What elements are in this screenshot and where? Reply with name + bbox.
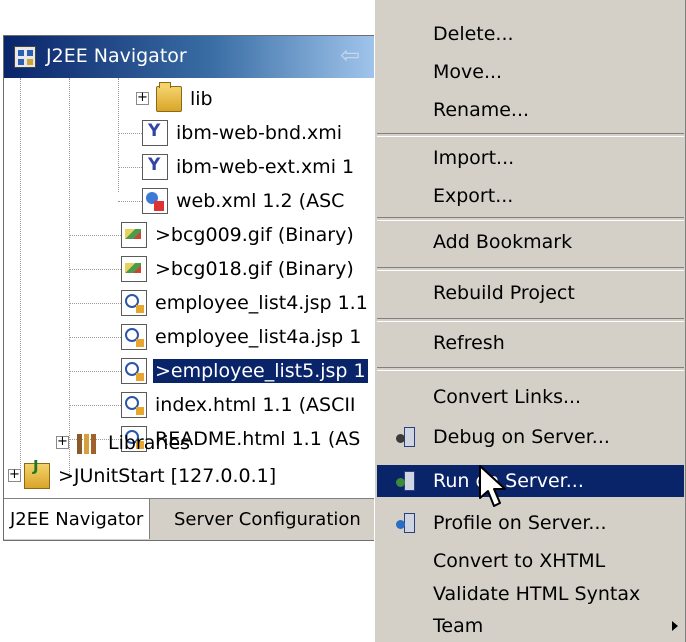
menu-item-rename[interactable]: Rename...: [377, 94, 684, 126]
tree-item-ibm-web-ext[interactable]: ibm-web-ext.xmi 1: [142, 150, 356, 184]
menu-separator: [377, 367, 684, 371]
project-icon: [24, 457, 50, 489]
submenu-arrow-icon: [672, 621, 678, 631]
menu-item-debug-on-server[interactable]: Debug on Server...: [377, 421, 684, 453]
tree-item-employee-list4[interactable]: employee_list4.jsp 1.1: [121, 286, 370, 320]
xml-file-icon: [142, 188, 168, 214]
jsp-file-icon: [121, 358, 147, 384]
xmi-file-icon: [142, 120, 168, 146]
html-file-icon: [121, 392, 147, 418]
menu-item-convert-to-xhtml[interactable]: Convert to XHTML: [377, 545, 684, 577]
expand-lib-toggle[interactable]: +: [136, 91, 149, 105]
tree-item-junitstart[interactable]: >JUnitStart [127.0.0.1]: [24, 457, 278, 493]
menu-item-rebuild-project[interactable]: Rebuild Project: [377, 277, 684, 309]
tab-server-configuration[interactable]: Server Configuration: [168, 499, 367, 539]
tree-item-index-html[interactable]: index.html 1.1 (ASCII: [121, 388, 358, 422]
tree-item-libraries[interactable]: Libraries: [74, 426, 192, 460]
menu-separator: [377, 217, 684, 221]
jsp-file-icon: [121, 290, 147, 316]
tree-item-lib[interactable]: lib: [156, 82, 215, 116]
tree-item-employee-list5[interactable]: >employee_list5.jsp 1: [121, 354, 369, 388]
menu-item-profile-on-server[interactable]: Profile on Server...: [377, 507, 684, 539]
tree-item-ibm-web-bnd[interactable]: ibm-web-bnd.xmi: [142, 116, 344, 150]
navigator-tab-bar: J2EE Navigator Server Configuration: [4, 498, 384, 540]
jsp-file-icon: [121, 324, 147, 350]
expand-junitstart-toggle[interactable]: +: [8, 468, 21, 482]
tree-item-bcg018-gif[interactable]: >bcg018.gif (Binary): [121, 252, 356, 286]
menu-item-export[interactable]: Export...: [377, 180, 684, 212]
menu-item-refresh[interactable]: Refresh: [377, 327, 684, 359]
menu-separator: [377, 133, 684, 137]
run-server-icon: [395, 470, 417, 492]
tab-j2ee-navigator[interactable]: J2EE Navigator: [4, 499, 151, 539]
tree-item-employee-list4a[interactable]: employee_list4a.jsp 1: [121, 320, 363, 354]
folder-icon: [156, 82, 182, 112]
back-arrow-icon[interactable]: ⇦: [340, 41, 360, 69]
gif-file-icon: [121, 256, 147, 282]
menu-item-import[interactable]: Import...: [377, 142, 684, 174]
xmi-file-icon: [142, 154, 168, 180]
menu-item-move[interactable]: Move...: [377, 56, 684, 88]
menu-item-convert-links[interactable]: Convert Links...: [377, 381, 684, 413]
context-menu: Delete... Move... Rename... Import... Ex…: [374, 0, 686, 642]
menu-item-validate-html-syntax[interactable]: Validate HTML Syntax: [377, 578, 684, 610]
tree-item-bcg009-gif[interactable]: >bcg009.gif (Binary): [121, 218, 356, 252]
expand-libraries-toggle[interactable]: +: [56, 435, 69, 449]
libraries-icon: [74, 430, 100, 456]
menu-item-add-bookmark[interactable]: Add Bookmark: [377, 226, 684, 258]
navigator-title-bar[interactable]: J2EE Navigator ⇦: [4, 36, 384, 78]
j2ee-navigator-view: J2EE Navigator ⇦ + lib ibm-web-bnd.xmi i…: [3, 35, 385, 541]
menu-separator: [377, 267, 684, 271]
menu-item-delete[interactable]: Delete...: [377, 18, 684, 50]
menu-separator: [377, 318, 684, 322]
navigator-title: J2EE Navigator: [46, 45, 187, 67]
mouse-pointer-icon: [479, 465, 506, 507]
debug-server-icon: [395, 426, 417, 448]
menu-item-team[interactable]: Team: [377, 610, 684, 642]
menu-item-run-on-server[interactable]: Run on Server...: [377, 465, 684, 497]
profile-server-icon: [395, 512, 417, 534]
tree-item-web-xml[interactable]: web.xml 1.2 (ASC: [142, 184, 346, 218]
navigator-view-icon: [14, 46, 36, 68]
gif-file-icon: [121, 222, 147, 248]
